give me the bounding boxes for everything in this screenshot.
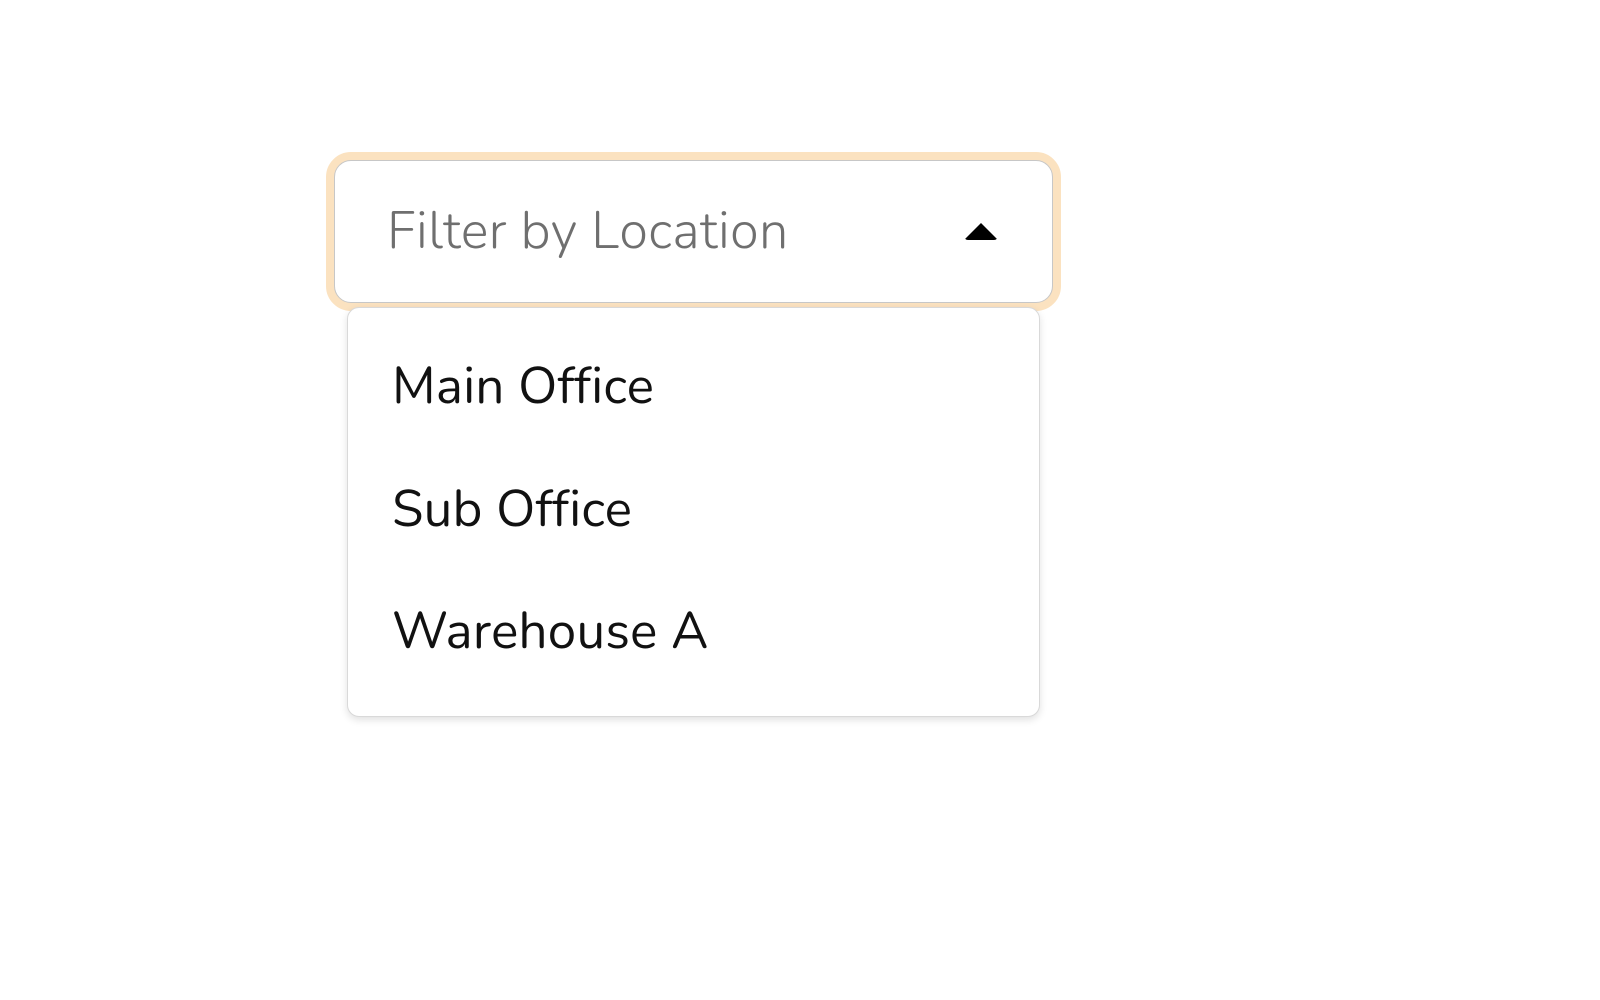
location-option-sub-office[interactable]: Sub Office (348, 449, 1039, 572)
caret-up-icon (964, 223, 998, 240)
location-option-label: Main Office (392, 352, 654, 422)
location-filter-select[interactable]: Filter by Location (333, 159, 1054, 304)
location-filter-dropdown: Main Office Sub Office Warehouse A (347, 307, 1040, 717)
location-option-main-office[interactable]: Main Office (348, 326, 1039, 449)
location-filter-wrapper: Filter by Location Main Office Sub Offic… (333, 159, 1054, 304)
location-option-warehouse-a[interactable]: Warehouse A (348, 571, 1039, 694)
location-option-label: Warehouse A (392, 597, 709, 667)
location-option-label: Sub Office (392, 475, 632, 545)
location-filter-placeholder: Filter by Location (387, 196, 789, 267)
